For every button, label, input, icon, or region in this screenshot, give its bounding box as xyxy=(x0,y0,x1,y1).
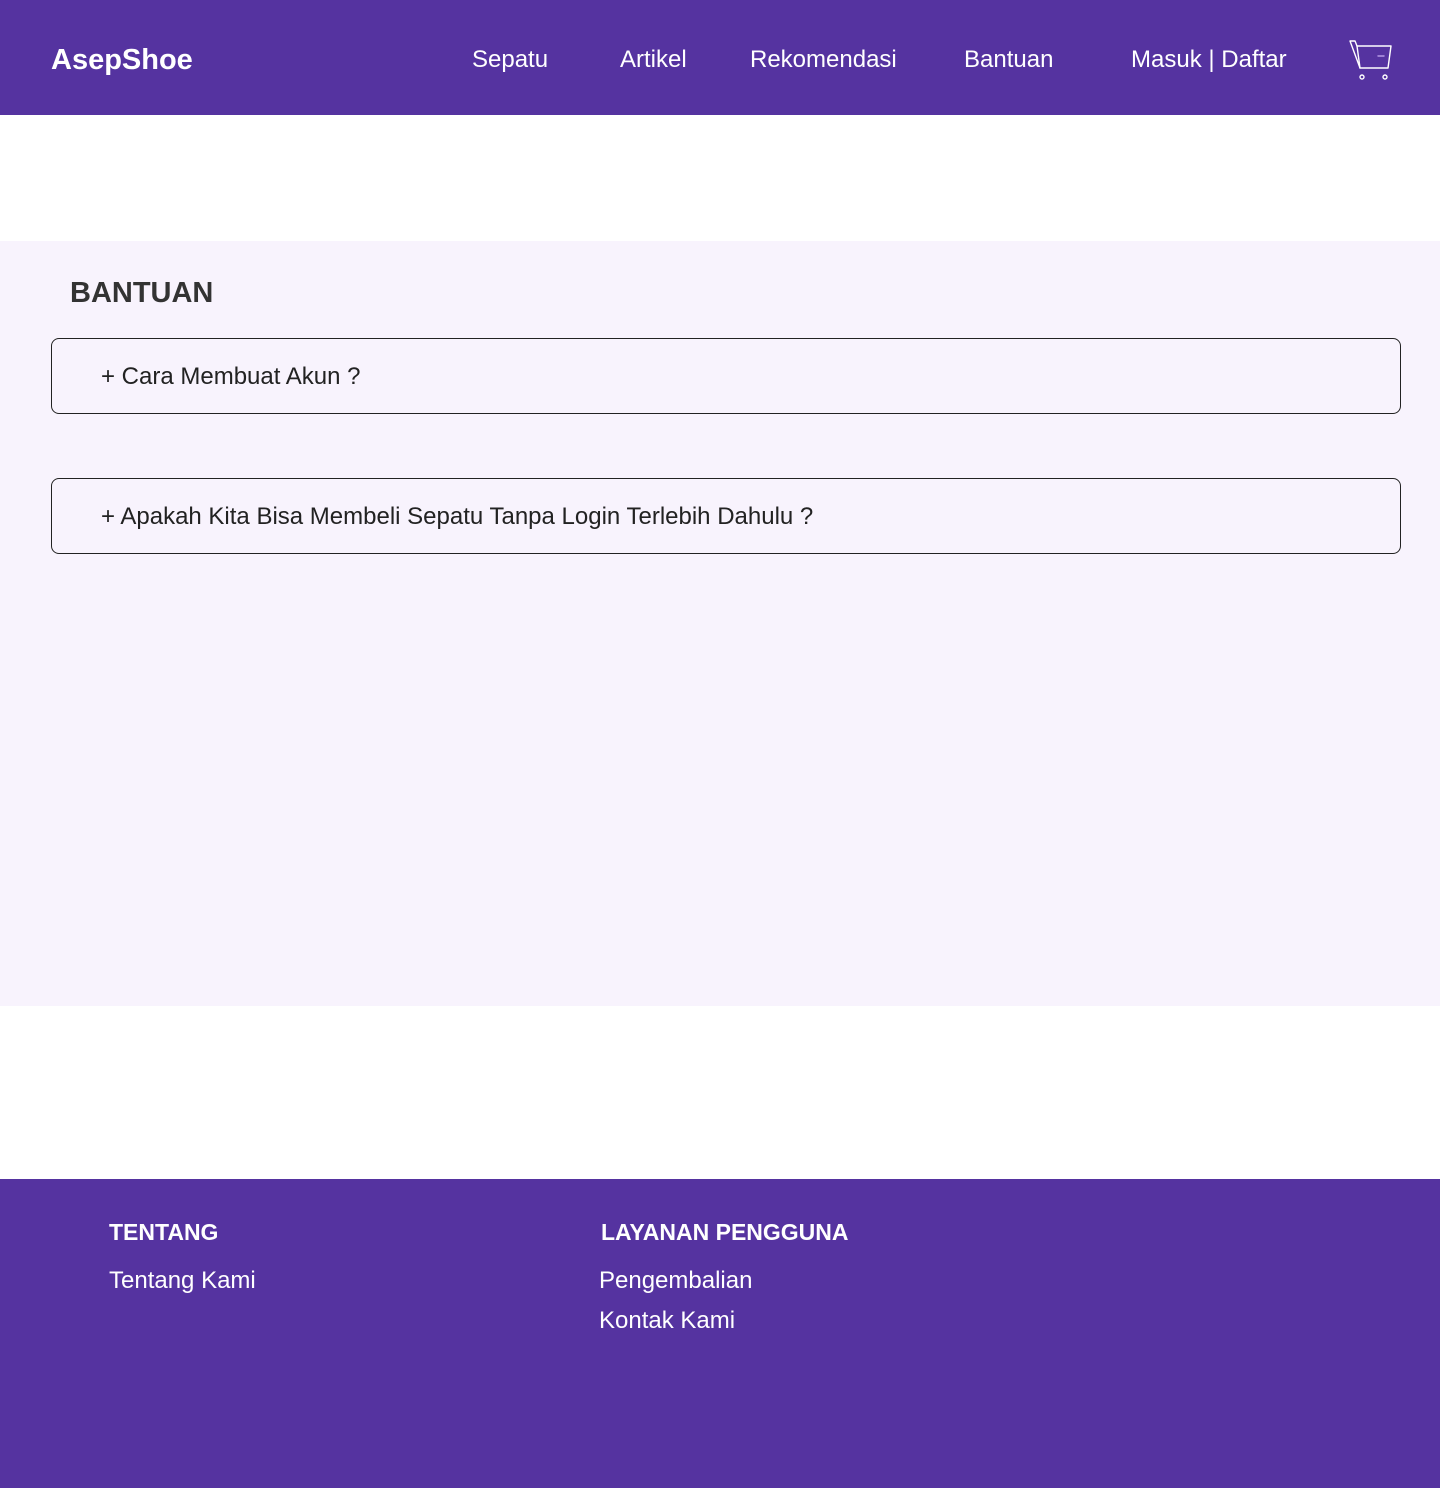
faq-item-create-account[interactable]: + Cara Membuat Akun ? xyxy=(51,338,1401,414)
site-header: AsepShoe Sepatu Artikel Rekomendasi Bant… xyxy=(0,0,1440,115)
nav-login-register[interactable]: Masuk | Daftar xyxy=(1131,42,1287,78)
help-section: BANTUAN + Cara Membuat Akun ? + Apakah K… xyxy=(0,241,1440,1006)
footer-heading-user-service: LAYANAN PENGGUNA xyxy=(601,1219,849,1245)
brand-logo[interactable]: AsepShoe xyxy=(51,40,193,80)
nav-artikel[interactable]: Artikel xyxy=(620,42,687,78)
faq-question: + Apakah Kita Bisa Membeli Sepatu Tanpa … xyxy=(101,503,814,530)
shopping-cart-icon[interactable] xyxy=(1348,36,1394,82)
nav-bantuan[interactable]: Bantuan xyxy=(964,42,1053,78)
page-title: BANTUAN xyxy=(70,277,214,309)
faq-question: + Cara Membuat Akun ? xyxy=(101,363,361,390)
footer-heading-about: TENTANG xyxy=(109,1219,219,1245)
site-footer: TENTANG Tentang Kami LAYANAN PENGGUNA Pe… xyxy=(0,1179,1440,1488)
footer-link-contact-us[interactable]: Kontak Kami xyxy=(599,1305,735,1337)
footer-link-returns[interactable]: Pengembalian xyxy=(599,1265,752,1297)
footer-link-about-us[interactable]: Tentang Kami xyxy=(109,1265,256,1297)
faq-item-buy-without-login[interactable]: + Apakah Kita Bisa Membeli Sepatu Tanpa … xyxy=(51,478,1401,554)
nav-sepatu[interactable]: Sepatu xyxy=(472,42,548,78)
nav-rekomendasi[interactable]: Rekomendasi xyxy=(750,42,897,78)
